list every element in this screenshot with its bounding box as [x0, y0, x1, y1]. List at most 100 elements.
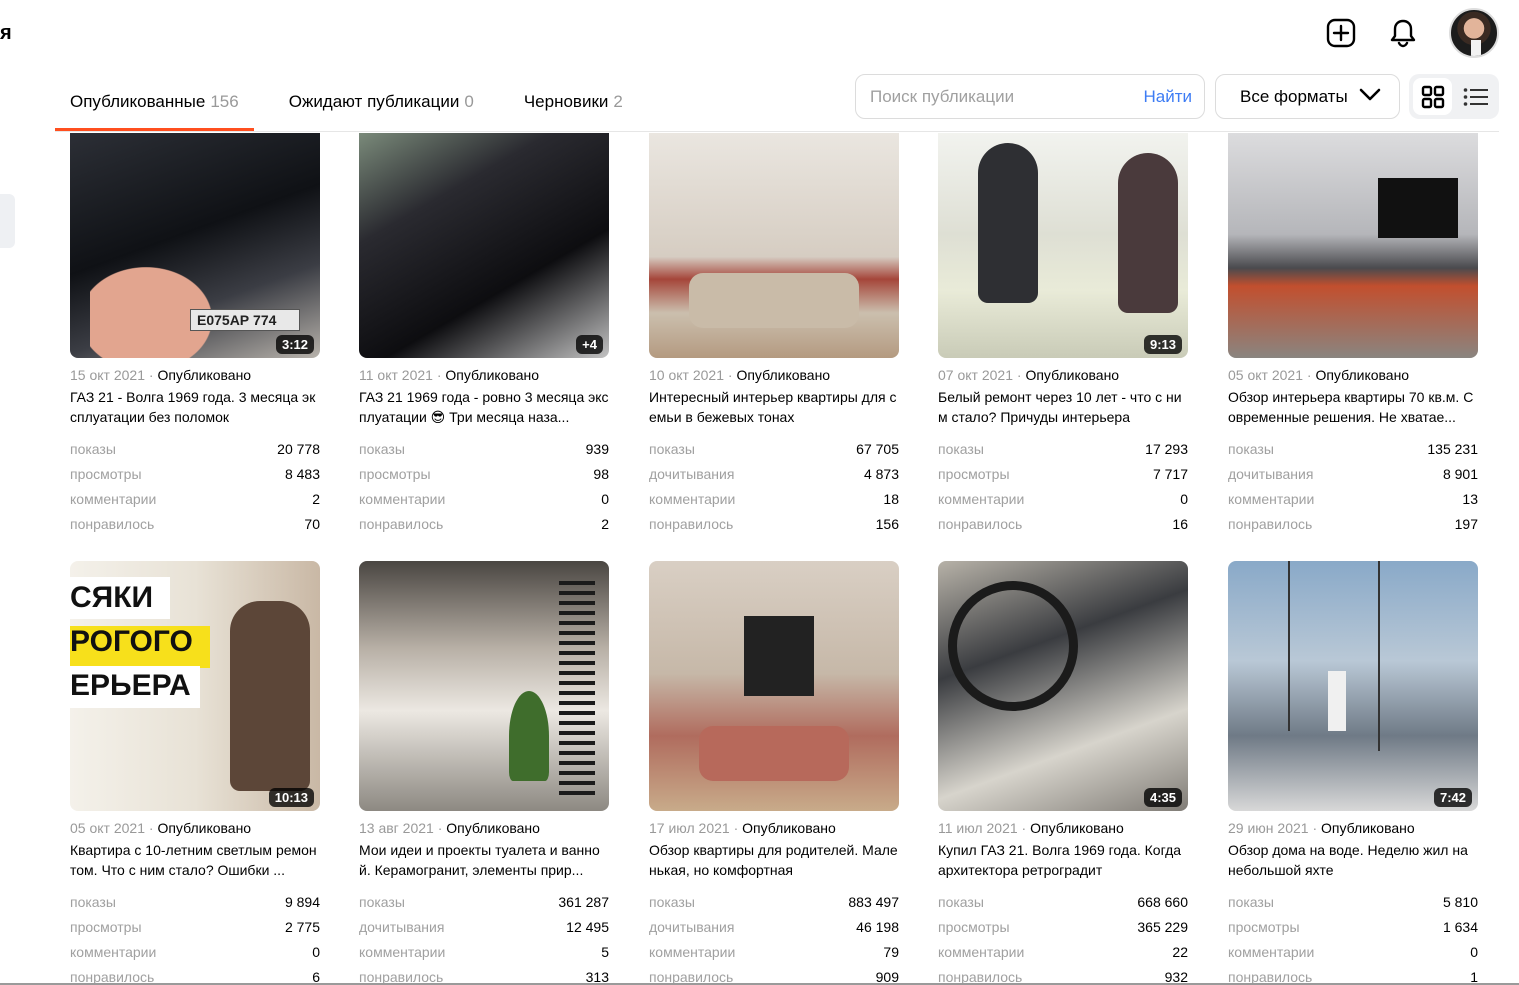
publication-card[interactable]: 4:35 11 июл 2021 · Опубликовано Купил ГА…	[938, 561, 1188, 985]
stat-label: комментарии	[649, 944, 736, 960]
stat-value: 18	[883, 491, 899, 507]
publication-thumbnail[interactable]: СЯКИ РОГОГО ЕРЬЕРА 10:13	[70, 561, 320, 811]
list-view-button[interactable]	[1456, 78, 1495, 115]
stat-label: комментарии	[359, 491, 446, 507]
stat-value: 4 873	[863, 466, 899, 482]
publication-title[interactable]: Обзор квартиры для родителей. Маленькая,…	[649, 840, 899, 880]
search-input[interactable]	[856, 86, 1144, 107]
stat-value: 79	[883, 944, 899, 960]
stat-value: 1	[1470, 969, 1478, 985]
stat-value: 13	[1462, 491, 1478, 507]
stat-label: показы	[359, 441, 405, 457]
stat-label: понравилось	[359, 969, 444, 985]
stat-value: 939	[585, 441, 609, 457]
publication-status: Опубликовано	[1025, 367, 1120, 383]
publication-status: Опубликовано	[736, 367, 831, 383]
avatar[interactable]	[1449, 8, 1499, 58]
publication-meta: 05 окт 2021 · Опубликовано	[70, 820, 252, 836]
stat-value: 12 495	[566, 919, 609, 935]
add-icon[interactable]	[1325, 17, 1357, 49]
tab-pending[interactable]: Ожидают публикации 0	[274, 72, 489, 131]
grid-view-button[interactable]	[1413, 78, 1452, 115]
publication-title[interactable]: Интересный интерьер квартиры для семьи в…	[649, 387, 899, 427]
stat-label: просмотры	[1228, 919, 1300, 935]
publication-card[interactable]: 17 июл 2021 · Опубликовано Обзор квартир…	[649, 561, 899, 985]
wall-art-image	[744, 616, 814, 696]
stat-label: комментарии	[70, 491, 157, 507]
list-view-icon	[1463, 87, 1488, 106]
publication-title[interactable]: Обзор дома на воде. Неделю жил на неболь…	[1228, 840, 1478, 880]
stat-label: дочитывания	[649, 466, 735, 482]
publication-title[interactable]: Купил ГАЗ 21. Волга 1969 года. Когда арх…	[938, 840, 1188, 880]
publication-title[interactable]: Мои идеи и проекты туалета и ванной. Кер…	[359, 840, 609, 880]
publication-meta: 13 авг 2021 · Опубликовано	[359, 820, 540, 836]
stat-value: 2	[601, 516, 609, 532]
publication-card[interactable]: 7:42 29 июн 2021 · Опубликовано Обзор до…	[1228, 561, 1478, 985]
publication-card[interactable]: 10 окт 2021 · Опубликовано Интересный ин…	[649, 133, 899, 537]
stat-label: дочитывания	[1228, 466, 1314, 482]
stat-label: понравилось	[359, 516, 444, 532]
publication-meta: 11 июл 2021 · Опубликовано	[938, 820, 1124, 836]
publication-card[interactable]: СЯКИ РОГОГО ЕРЬЕРА 10:13 05 окт 2021 · О…	[70, 561, 320, 985]
publication-stats: показы 883 497 дочитывания 46 198 коммента…	[649, 890, 899, 985]
publication-card[interactable]: +4 11 окт 2021 · Опубликовано ГАЗ 21 196…	[359, 133, 609, 537]
stat-value: 361 287	[558, 894, 609, 910]
stat-value: 0	[1470, 944, 1478, 960]
publication-thumbnail[interactable]	[359, 561, 609, 811]
stat-label: просмотры	[938, 466, 1010, 482]
stat-value: 70	[304, 516, 320, 532]
publication-thumbnail[interactable]: +4	[359, 133, 609, 358]
publication-stats: показы 20 778 просмотры 8 483 комментарии 2…	[70, 437, 320, 537]
person-image	[1328, 671, 1346, 731]
publication-card[interactable]: 05 окт 2021 · Опубликовано Обзор интерье…	[1228, 133, 1478, 537]
bell-icon[interactable]	[1387, 17, 1419, 49]
publication-thumbnail[interactable]: 7:42	[1228, 561, 1478, 811]
duration-badge: 4:35	[1143, 788, 1182, 807]
side-panel-handle[interactable]	[0, 194, 15, 248]
tab-label: Ожидают публикации	[288, 91, 460, 111]
publication-thumbnail[interactable]: Е075АР 774 3:12	[70, 133, 320, 358]
publication-thumbnail[interactable]	[649, 561, 899, 811]
publication-thumbnail[interactable]	[1228, 133, 1478, 358]
publication-thumbnail[interactable]	[649, 133, 899, 358]
publication-stats: показы 939 просмотры 98 комментарии 0 понра…	[359, 437, 609, 537]
stat-value: 668 660	[1137, 894, 1188, 910]
tab-count: 156	[210, 91, 239, 111]
publication-thumbnail[interactable]: 4:35	[938, 561, 1188, 811]
stat-label: понравилось	[649, 516, 734, 532]
publication-card[interactable]: Е075АР 774 3:12 15 окт 2021 · Опубликова…	[70, 133, 320, 537]
formats-dropdown[interactable]: Все форматы	[1215, 74, 1400, 119]
publication-meta: 17 июл 2021 · Опубликовано	[649, 820, 836, 836]
duration-badge: 7:42	[1433, 788, 1472, 807]
stat-value: 67 705	[856, 441, 899, 457]
stat-label: просмотры	[70, 919, 142, 935]
stat-value: 22	[1172, 944, 1188, 960]
publication-card[interactable]: 9:13 07 окт 2021 · Опубликовано Белый ре…	[938, 133, 1188, 537]
stat-value: 0	[312, 944, 320, 960]
publications-grid: Е075АР 774 3:12 15 окт 2021 · Опубликова…	[70, 133, 1500, 985]
chevron-down-icon	[1359, 87, 1381, 107]
tab-label: Черновики	[523, 91, 609, 111]
thumb-overlay-text: РОГОГО	[70, 625, 193, 658]
publication-thumbnail[interactable]: 9:13	[938, 133, 1188, 358]
publication-card[interactable]: 13 авг 2021 · Опубликовано Мои идеи и пр…	[359, 561, 609, 985]
publication-title[interactable]: Квартира с 10-летним светлым ремонтом. Ч…	[70, 840, 320, 880]
stat-value: 17 293	[1145, 441, 1188, 457]
stat-value: 2 775	[284, 919, 320, 935]
publication-status: Опубликовано	[742, 820, 836, 836]
publication-title[interactable]: ГАЗ 21 - Волга 1969 года. 3 месяца экспл…	[70, 387, 320, 427]
publication-meta: 10 окт 2021 · Опубликовано	[649, 367, 831, 383]
tv-image	[1378, 178, 1458, 238]
search-button[interactable]: Найти	[1143, 87, 1204, 107]
tab-drafts[interactable]: Черновики 2	[509, 72, 638, 131]
publication-status: Опубликовано	[446, 820, 540, 836]
stat-value: 932	[1164, 969, 1188, 985]
publication-date: 07 окт 2021	[938, 367, 1013, 383]
tab-published[interactable]: Опубликованные 156	[55, 72, 254, 131]
steering-wheel-image	[948, 581, 1078, 711]
publication-title[interactable]: Белый ремонт через 10 лет - что с ним ст…	[938, 387, 1188, 427]
publication-title[interactable]: Обзор интерьера квартиры 70 кв.м. Соврем…	[1228, 387, 1478, 427]
stat-label: комментарии	[70, 944, 157, 960]
publication-title[interactable]: ГАЗ 21 1969 года - ровно 3 месяца эксплу…	[359, 387, 609, 427]
person-image	[230, 601, 310, 791]
